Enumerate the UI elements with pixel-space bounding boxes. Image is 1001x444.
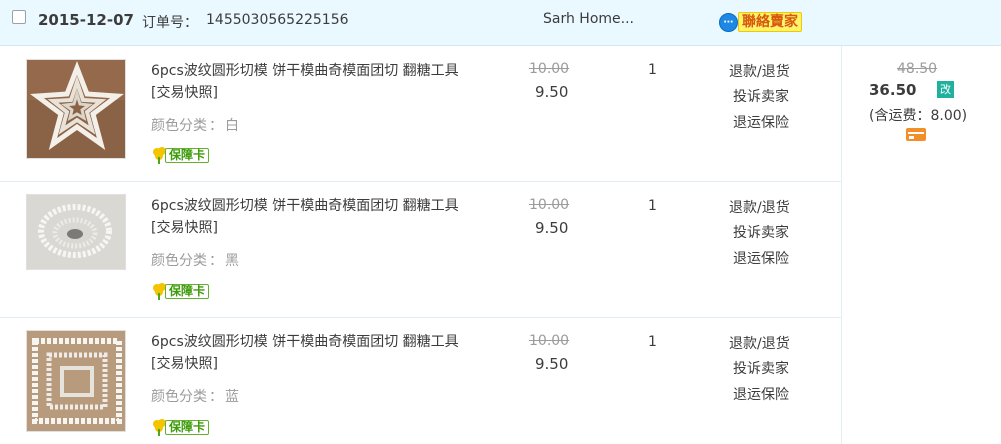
sku-info: 颜色分类：蓝 [151, 389, 239, 405]
order-number: 1455030565225156 [206, 12, 349, 28]
guarantee-card-label: 保障卡 [165, 148, 210, 163]
sku-info: 颜色分类：白 [151, 118, 239, 134]
original-price: 10.00 [529, 197, 570, 213]
order-original-total: 48.50 [897, 61, 938, 77]
complain-seller-link[interactable]: 投诉卖家 [733, 86, 789, 106]
product-title-link[interactable]: 6pcs波纹圆形切模 饼干模曲奇模面团切 翻糖工具[交易快照] [151, 331, 471, 375]
original-price: 10.00 [529, 61, 570, 77]
order-item: 6pcs波纹圆形切模 饼干模曲奇模面团切 翻糖工具[交易快照] 颜色分类：黑 保… [0, 182, 841, 318]
complain-seller-link[interactable]: 投诉卖家 [733, 358, 789, 378]
order-number-label: 订单号： [142, 15, 198, 31]
guarantee-card-badge[interactable]: 保障卡 [151, 146, 215, 164]
product-title-link[interactable]: 6pcs波纹圆形切模 饼干模曲奇模面团切 翻糖工具[交易快照] [151, 195, 471, 239]
payment-card-icon[interactable] [906, 128, 926, 141]
sku-label: 颜色分类 [151, 118, 207, 134]
product-thumbnail-round[interactable] [26, 194, 126, 270]
return-insurance-link[interactable]: 退运保险 [733, 112, 789, 132]
unit-price: 9.50 [535, 219, 569, 237]
complain-seller-link[interactable]: 投诉卖家 [733, 222, 789, 242]
price-modified-badge: 改 [937, 81, 954, 98]
product-thumbnail-star[interactable] [26, 59, 126, 159]
sku-value: 蓝 [225, 389, 239, 405]
product-thumbnail-square[interactable] [26, 330, 126, 432]
sku-label: 颜色分类 [151, 253, 207, 269]
guarantee-card-label: 保障卡 [165, 420, 210, 435]
guarantee-card-label: 保障卡 [165, 284, 210, 299]
return-insurance-link[interactable]: 退运保险 [733, 248, 789, 268]
contact-seller-icon: ⋯ [719, 13, 738, 32]
guarantee-card-badge[interactable]: 保障卡 [151, 282, 215, 300]
sku-value: 白 [225, 118, 239, 134]
refund-return-link[interactable]: 退款/退货 [729, 61, 790, 81]
order-date: 2015-12-07 [38, 11, 134, 29]
original-price: 10.00 [529, 333, 570, 349]
shop-name-link[interactable]: Sarh Home... [543, 11, 634, 27]
sku-value: 黑 [225, 253, 239, 269]
quantity: 1 [648, 334, 657, 350]
return-insurance-link[interactable]: 退运保险 [733, 384, 789, 404]
contact-seller-label: 聯絡賣家 [738, 12, 802, 32]
order-item: 6pcs波纹圆形切模 饼干模曲奇模面团切 翻糖工具[交易快照] 颜色分类：蓝 保… [0, 318, 841, 444]
product-title-link[interactable]: 6pcs波纹圆形切模 饼干模曲奇模面团切 翻糖工具[交易快照] [151, 60, 471, 104]
guarantee-card-badge[interactable]: 保障卡 [151, 418, 215, 436]
contact-seller-button[interactable]: ⋯ 聯絡賣家 [719, 11, 805, 33]
order-actual-total: 36.50 [869, 81, 917, 99]
column-divider [841, 46, 842, 444]
quantity: 1 [648, 198, 657, 214]
sku-info: 颜色分类：黑 [151, 253, 239, 269]
unit-price: 9.50 [535, 355, 569, 373]
unit-price: 9.50 [535, 83, 569, 101]
shipping-fee: (含运费：8.00) [869, 108, 968, 124]
refund-return-link[interactable]: 退款/退货 [729, 197, 790, 217]
quantity: 1 [648, 62, 657, 78]
refund-return-link[interactable]: 退款/退货 [729, 333, 790, 353]
order-select-checkbox[interactable] [12, 10, 26, 24]
order-header: 2015-12-07 订单号： 1455030565225156 Sarh Ho… [0, 0, 1001, 46]
sku-label: 颜色分类 [151, 389, 207, 405]
order-item: 6pcs波纹圆形切模 饼干模曲奇模面团切 翻糖工具[交易快照] 颜色分类：白 保… [0, 46, 841, 182]
